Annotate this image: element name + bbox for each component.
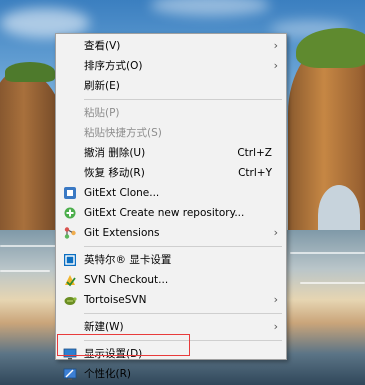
wave (0, 245, 60, 247)
menu-item-label: Git Extensions (84, 227, 160, 239)
menu-item-label: 刷新(E) (84, 80, 120, 92)
submenu-arrow-icon: › (273, 226, 278, 239)
menu-item-label: 恢复 移动(R) (84, 167, 145, 179)
menu-item-sort-by[interactable]: 排序方式(O) › (56, 56, 286, 76)
wave (0, 270, 50, 272)
gitext-clone-icon (64, 187, 76, 199)
rock-vegetation-left (5, 62, 55, 82)
wave (300, 282, 365, 284)
menu-item-label: 新建(W) (84, 321, 124, 333)
personalize-icon (63, 368, 77, 380)
menu-separator (84, 99, 282, 100)
menu-item-label: GitExt Clone... (84, 187, 160, 199)
menu-item-label: TortoiseSVN (84, 294, 147, 306)
menu-item-gitext-create[interactable]: GitExt Create new repository... (56, 203, 286, 223)
menu-item-tortoisesvn[interactable]: TortoiseSVN › (56, 290, 286, 310)
menu-item-label: 英特尔® 显卡设置 (84, 254, 172, 266)
desktop-context-menu: 查看(V) › 排序方式(O) › 刷新(E) 粘贴(P) 粘贴快捷方式(S) … (55, 33, 287, 380)
menu-item-display-settings[interactable]: 显示设置(D) (56, 344, 286, 364)
gitext-create-icon (64, 207, 76, 219)
menu-item-undo-delete[interactable]: 撤消 删除(U) Ctrl+Z (56, 143, 286, 163)
wave (290, 252, 365, 254)
menu-item-gitext-clone[interactable]: GitExt Clone... (56, 183, 286, 203)
menu-item-shortcut: Ctrl+Z (237, 147, 272, 159)
menu-item-shortcut: Ctrl+Y (238, 167, 272, 179)
menu-item-label: 查看(V) (84, 40, 121, 52)
menu-item-git-extensions[interactable]: Git Extensions › (56, 223, 286, 243)
menu-item-personalize[interactable]: 个性化(R) (56, 364, 286, 384)
menu-item-paste-shortcut[interactable]: 粘贴快捷方式(S) (56, 123, 286, 143)
svn-checkout-icon (65, 275, 76, 287)
cloud (150, 0, 270, 16)
menu-item-intel-graphics[interactable]: 英特尔® 显卡设置 (56, 250, 286, 270)
git-extensions-icon (64, 227, 76, 239)
menu-separator (84, 313, 282, 314)
menu-item-label: 排序方式(O) (84, 60, 143, 72)
intel-graphics-icon (64, 254, 76, 266)
menu-item-label: 粘贴(P) (84, 107, 120, 119)
menu-item-label: 个性化(R) (84, 368, 131, 380)
menu-item-svn-checkout[interactable]: SVN Checkout... (56, 270, 286, 290)
menu-separator (84, 246, 282, 247)
menu-item-label: 显示设置(D) (84, 348, 143, 360)
tortoisesvn-icon (64, 297, 77, 305)
menu-separator (84, 340, 282, 341)
display-settings-icon (63, 348, 77, 360)
menu-item-refresh[interactable]: 刷新(E) (56, 76, 286, 96)
submenu-arrow-icon: › (273, 320, 278, 333)
menu-item-label: 撤消 删除(U) (84, 147, 146, 159)
menu-item-label: GitExt Create new repository... (84, 207, 245, 219)
menu-item-view[interactable]: 查看(V) › (56, 36, 286, 56)
submenu-arrow-icon: › (273, 39, 278, 52)
menu-item-label: SVN Checkout... (84, 274, 169, 286)
menu-item-new[interactable]: 新建(W) › (56, 317, 286, 337)
menu-item-label: 粘贴快捷方式(S) (84, 127, 162, 139)
submenu-arrow-icon: › (273, 59, 278, 72)
menu-item-paste[interactable]: 粘贴(P) (56, 103, 286, 123)
submenu-arrow-icon: › (273, 293, 278, 306)
menu-item-redo-move[interactable]: 恢复 移动(R) Ctrl+Y (56, 163, 286, 183)
